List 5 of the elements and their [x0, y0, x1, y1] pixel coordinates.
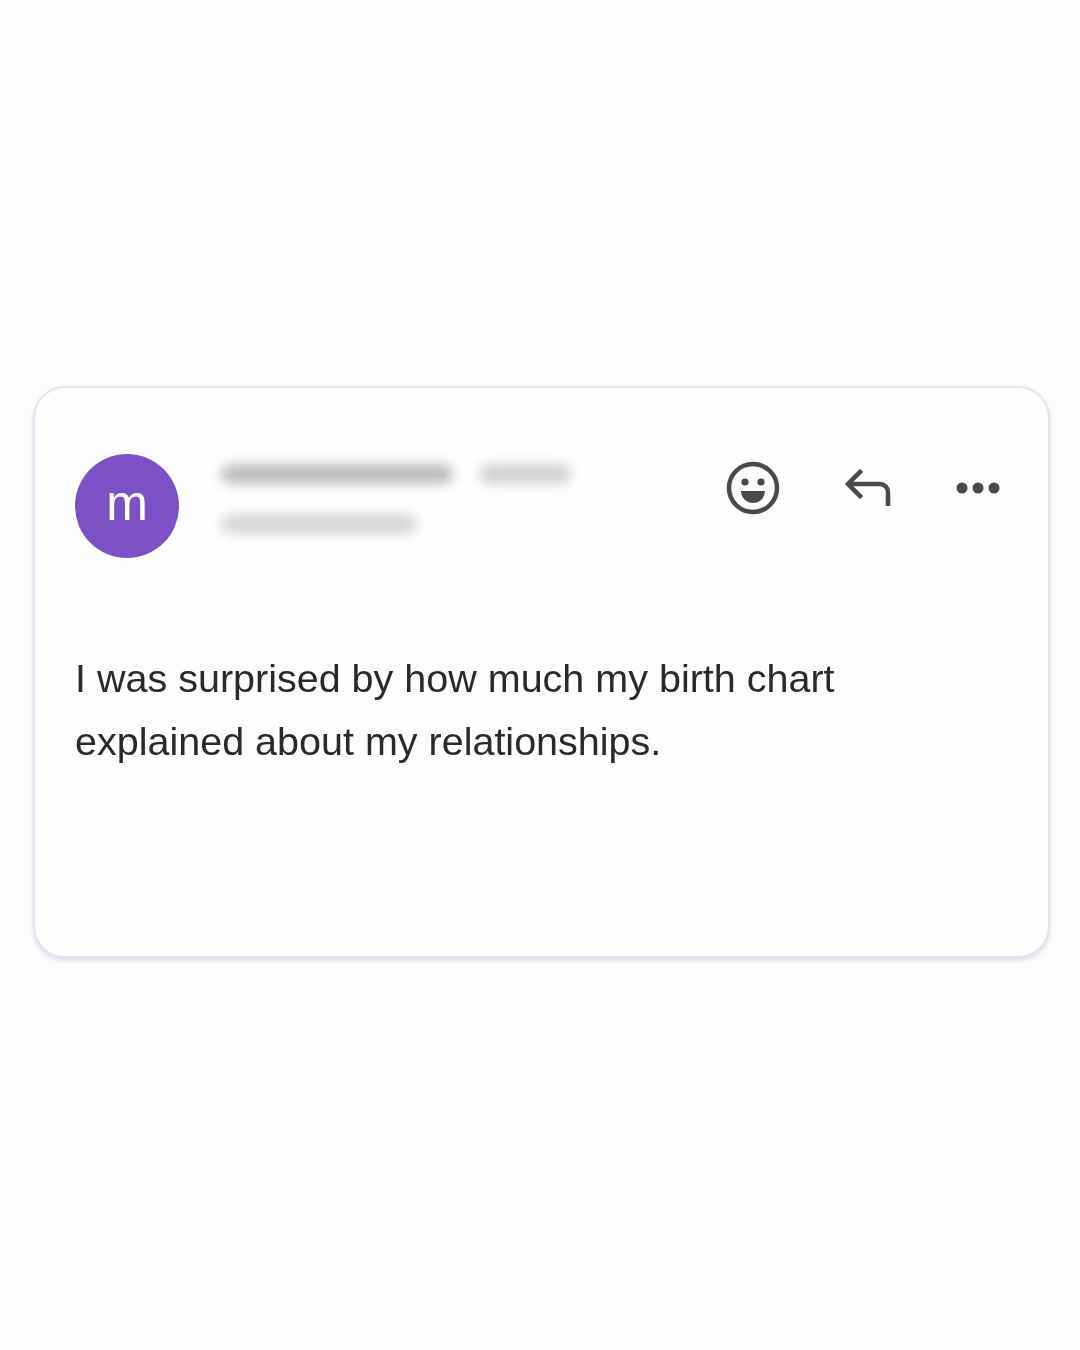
more-options-icon[interactable]: [956, 482, 1000, 494]
smiley-icon[interactable]: [726, 461, 780, 515]
avatar: m: [75, 454, 179, 558]
reply-icon[interactable]: [844, 468, 892, 508]
message-text: I was surprised by how much my birth chart explained about my relationships.: [75, 655, 836, 765]
